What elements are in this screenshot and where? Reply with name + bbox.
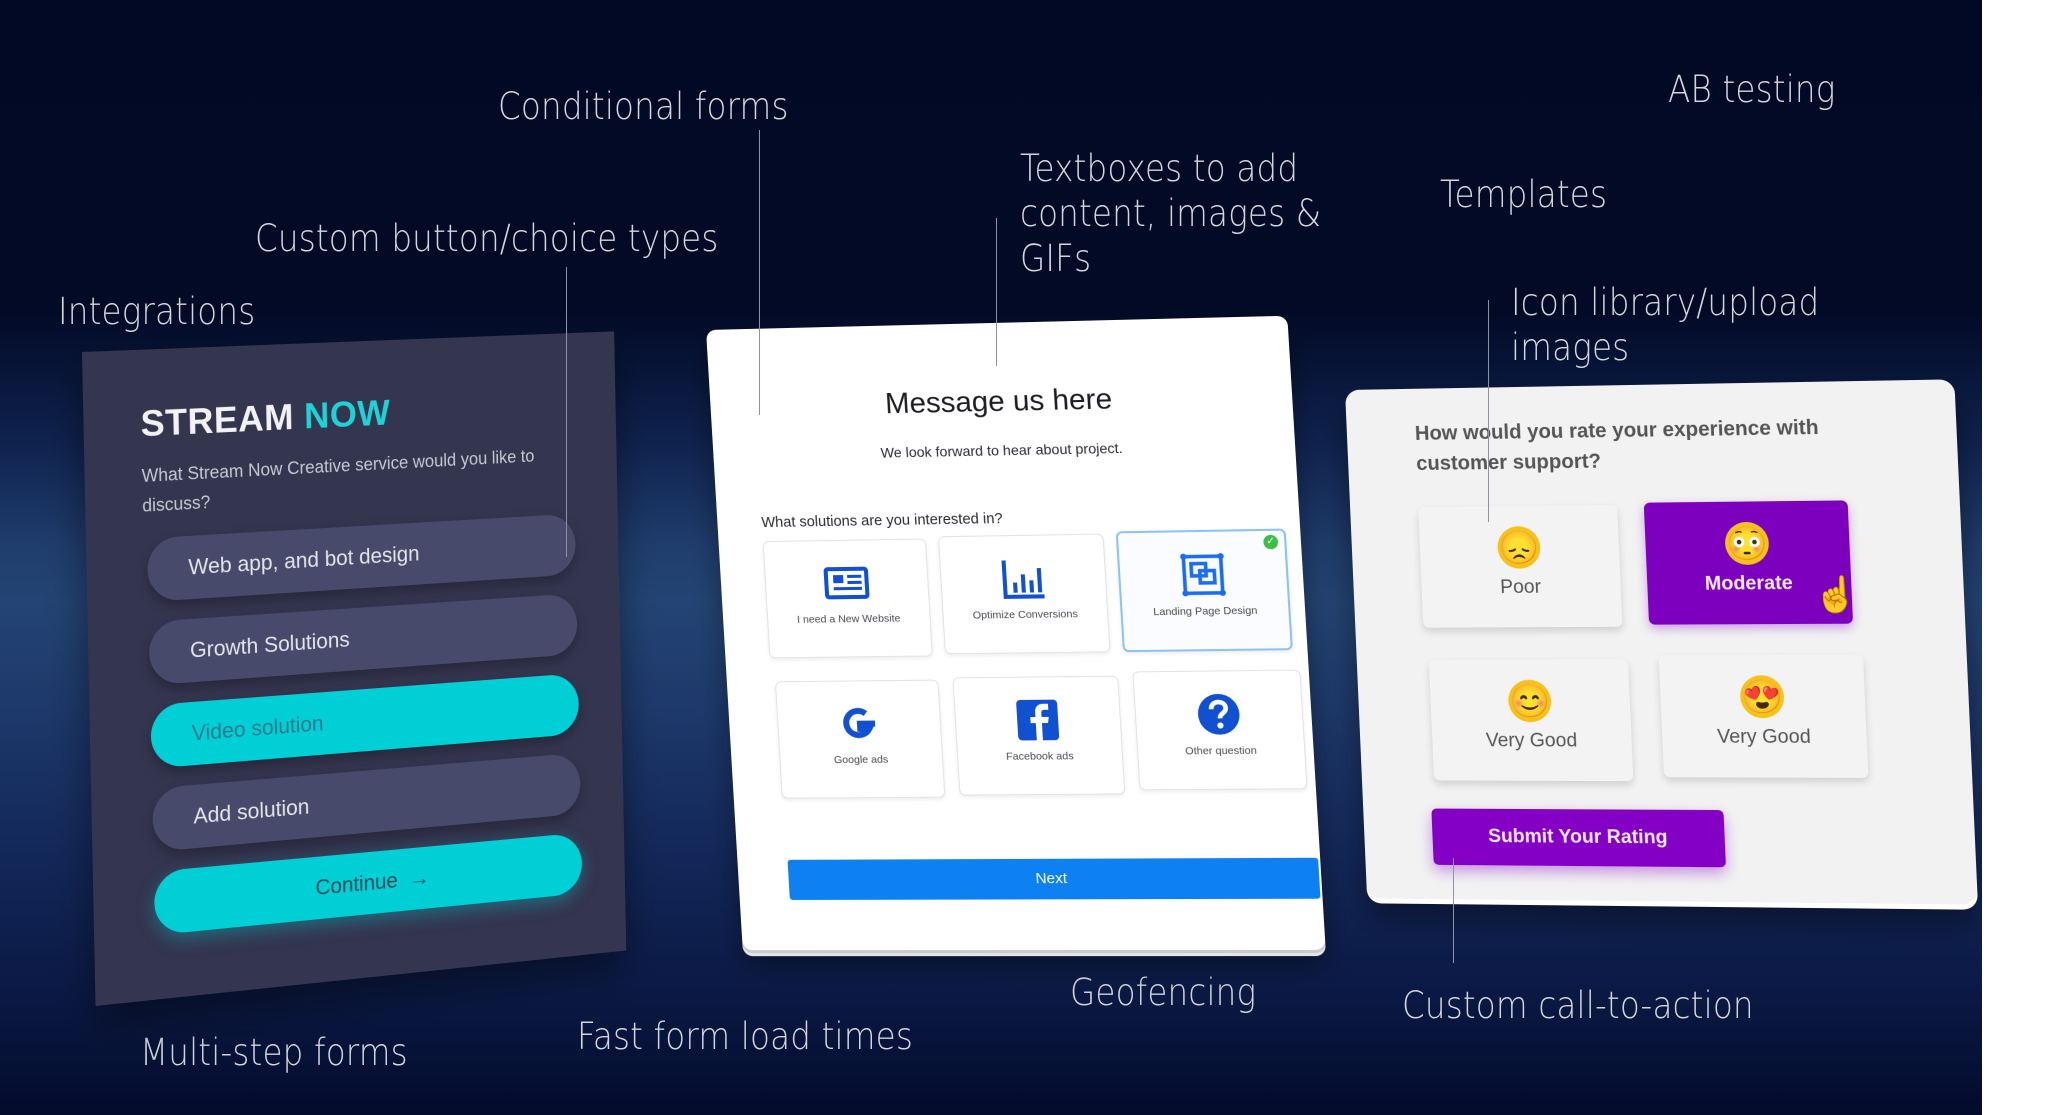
option-label: I need a New Website [796,612,901,626]
label-icon-library-line2: images [1511,326,1630,369]
label-multi-step-forms: Multi-step forms [140,1031,408,1074]
option-label: Add solution [193,793,310,829]
label-custom-button-types: Custom button/choice types [255,217,719,260]
feature-showcase-background: Conditional forms Custom button/choice t… [0,0,1982,1115]
rating-form-card: How would you rate your experience with … [1345,379,1978,905]
label-textboxes-line2: content, images & [1020,192,1322,235]
rating-label: Very Good [1485,730,1578,752]
newspaper-icon [821,559,872,608]
option-growth-solutions[interactable]: Growth Solutions [148,593,578,686]
form-question: What solutions are you interested in? [761,510,1004,532]
label-templates: Templates [1440,173,1608,216]
brand-primary: STREAM [140,396,295,445]
label-integrations: Integrations [58,290,256,333]
option-new-website[interactable]: I need a New Website [762,538,933,659]
option-web-app[interactable]: Web app, and bot design [146,513,577,602]
rating-label: Very Good [1716,726,1812,748]
label-geofencing: Geofencing [1070,971,1257,1014]
arrow-right-icon: → [403,864,430,892]
flushed-face-icon: 😳 [1724,521,1770,566]
option-google-ads[interactable]: Google ads [774,679,946,799]
form-question: What Stream Now Creative service would y… [141,446,535,516]
label-textboxes-line1: Textboxes to add [1020,147,1299,190]
rating-label: Poor [1499,576,1542,599]
google-icon [833,699,884,748]
hand-cursor-icon: ☝ [1812,575,1859,615]
option-label: Google ads [833,753,889,767]
leader-line-conditional-forms [759,130,760,415]
option-landing-page-design[interactable]: ✓ Landing Page Design [1115,528,1293,653]
brand-logo: STREAM NOW [140,392,391,445]
option-video-solution[interactable]: Video solution [150,673,580,769]
label-textboxes-line3: GIFs [1020,237,1092,280]
option-label: Landing Page Design [1152,604,1258,619]
layers-frame-icon [1177,550,1230,600]
leader-line-custom-cta [1453,858,1454,963]
rating-question: How would you rate your experience with … [1414,416,1820,476]
conditional-form-card: Message us here We look forward to hear … [706,315,1326,951]
option-label: Web app, and bot design [188,540,420,580]
leader-line-icon-library [1488,300,1489,522]
form-subtitle: We look forward to hear about project. [880,439,1124,461]
option-label: Other question [1184,744,1258,758]
rating-label: Moderate [1704,572,1794,595]
label-custom-cta: Custom call-to-action [1402,984,1754,1027]
label-conditional-forms: Conditional forms [498,85,789,128]
label-fast-form-load: Fast form load times [577,1015,914,1058]
option-facebook-ads[interactable]: Facebook ads [952,675,1126,796]
leader-line-textboxes [996,218,997,366]
facebook-icon [1015,699,1060,741]
question-circle-icon [1196,690,1241,735]
rating-option-very-good-2[interactable]: 😍 Very Good [1658,654,1869,778]
label-icon-library-line1: Icon library/upload [1511,281,1820,324]
rating-option-poor[interactable]: 😞 Poor [1418,505,1623,628]
next-button[interactable]: Next [787,857,1321,900]
continue-label: Continue [315,867,399,900]
option-label: Optimize Conversions [972,608,1079,622]
smiling-face-icon: 😊 [1507,679,1552,723]
multi-step-form-card: STREAM NOW What Stream Now Creative serv… [82,331,627,1006]
bar-chart-icon [997,554,1049,603]
continue-button[interactable]: Continue → [153,832,583,936]
brand-accent: NOW [303,392,391,437]
option-label: Video solution [191,710,324,746]
rating-option-very-good-1[interactable]: 😊 Very Good [1428,659,1634,782]
check-icon: ✓ [1263,534,1279,550]
option-optimize-conversions[interactable]: Optimize Conversions [937,533,1111,655]
sad-face-icon: 😞 [1496,526,1542,569]
option-label: Growth Solutions [189,626,350,663]
option-other-question[interactable]: Other question [1132,669,1308,791]
rating-option-moderate[interactable]: 😳 Moderate ☝ [1643,500,1859,625]
option-add-solution[interactable]: Add solution [152,752,581,852]
submit-rating-button[interactable]: Submit Your Rating [1431,808,1726,868]
option-label: Facebook ads [1005,750,1074,763]
form-title: Message us here [884,383,1114,421]
leader-line-custom-buttons [566,267,567,557]
label-ab-testing: AB testing [1668,68,1836,111]
heart-eyes-face-icon: 😍 [1739,675,1785,719]
